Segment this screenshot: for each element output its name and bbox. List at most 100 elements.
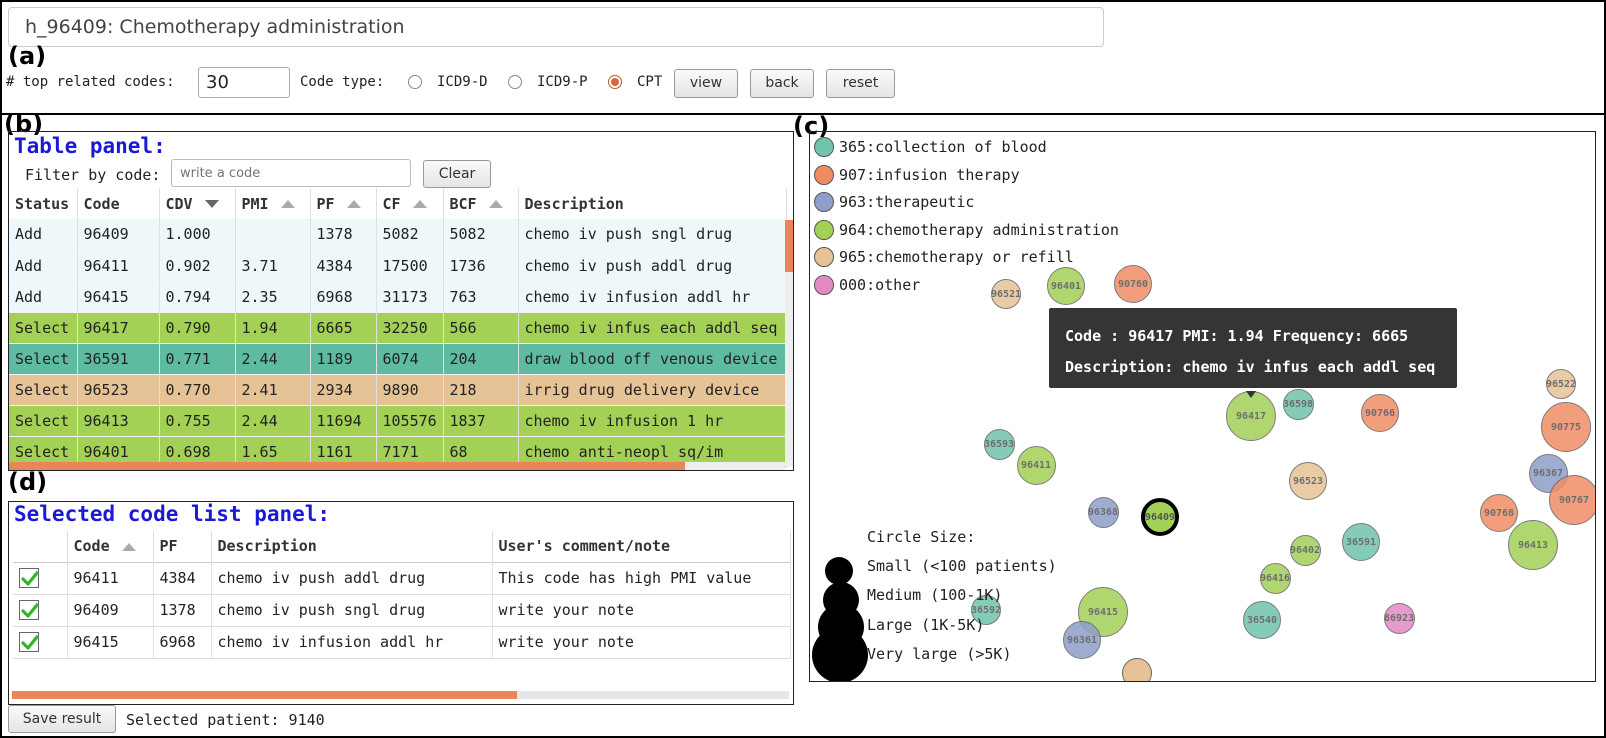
cell-status[interactable]: Add	[9, 219, 78, 250]
table-row[interactable]: Select 96417 0.790 1.94 6665 32250 566 chemo iv…	[9, 312, 787, 343]
col-cf[interactable]: CF	[376, 188, 444, 219]
code-bubble[interactable]: 36598	[1282, 388, 1314, 420]
view-button[interactable]: view	[674, 69, 738, 98]
cell-cf: 9890	[376, 374, 444, 405]
code-bubble[interactable]: 96522	[1546, 369, 1576, 399]
table-vertical-scroll-thumb[interactable]	[785, 220, 793, 272]
cell-status[interactable]: Select	[9, 343, 78, 374]
col-sel-pf[interactable]: PF	[153, 531, 212, 562]
col-status[interactable]: Status	[9, 188, 78, 219]
sort-asc-icon[interactable]	[335, 195, 361, 213]
table-row[interactable]: Select 96523 0.770 2.41 2934 9890 218 irrig dru…	[9, 374, 787, 405]
col-sel-description[interactable]: Description	[211, 531, 493, 562]
cell-status[interactable]: Select	[9, 374, 78, 405]
cell-bcf: 566	[443, 312, 519, 343]
table-row[interactable]: Select 96413 0.755 2.44 11694 105576 1837 chemo…	[9, 405, 787, 436]
cell-checkbox	[13, 562, 68, 594]
col-cdv[interactable]: CDV	[159, 188, 236, 219]
code-bubble[interactable]: 96368	[1087, 496, 1119, 528]
code-bubble-partial[interactable]	[1122, 658, 1152, 681]
bubble-visualization-panel[interactable]: 365:collection of blood 907:infusion ther…	[809, 131, 1596, 682]
sort-asc-icon[interactable]	[401, 195, 427, 213]
table-vertical-scrollbar[interactable]	[785, 220, 793, 466]
cell-status[interactable]: Select	[9, 312, 78, 343]
cell-code: 96413	[77, 405, 160, 436]
col-bcf[interactable]: BCF	[443, 188, 519, 219]
col-pf[interactable]: PF	[310, 188, 377, 219]
radio-icd9-d[interactable]	[408, 75, 422, 89]
filter-code-input[interactable]	[171, 159, 411, 187]
code-bubble[interactable]: 36593	[983, 428, 1015, 460]
legend-label: 000:other	[839, 275, 921, 294]
save-result-button[interactable]: Save result	[8, 705, 116, 733]
code-bubble[interactable]: 90760	[1114, 265, 1152, 303]
row-checkbox[interactable]	[19, 632, 39, 652]
cell-cdv: 0.902	[159, 250, 236, 281]
selected-row[interactable]: 96415 6968 chemo iv infusion addl hr write …	[13, 626, 791, 658]
selected-horizontal-scrollbar[interactable]	[12, 691, 789, 699]
tooltip-line-code: Code : 96417 PMI: 1.94 Frequency: 6665	[1065, 327, 1409, 345]
cell-note[interactable]: write your note	[492, 594, 791, 626]
code-bubble[interactable]: 96411	[1016, 445, 1056, 485]
reset-button[interactable]: reset	[826, 69, 895, 98]
sort-desc-icon[interactable]	[193, 195, 219, 213]
code-bubble[interactable]: 90767	[1549, 475, 1595, 525]
code-bubble[interactable]: 96401	[1047, 267, 1085, 305]
table-horizontal-scrollbar[interactable]	[9, 462, 785, 470]
col-pmi[interactable]: PMI	[235, 188, 311, 219]
table-row[interactable]: Add 96409 1.000 1378 5082 5082 chemo iv push s…	[9, 219, 787, 250]
col-description[interactable]: Description	[518, 188, 787, 219]
code-bubble[interactable]: 90768	[1480, 494, 1518, 532]
code-bubble[interactable]: 90766	[1361, 394, 1399, 432]
cell-cf: 105576	[376, 405, 444, 436]
col-check	[13, 531, 68, 562]
selected-row[interactable]: 96411 4384 chemo iv push addl drug This cod…	[13, 562, 791, 594]
row-checkbox[interactable]	[19, 600, 39, 620]
cell-pf: 11694	[310, 405, 377, 436]
table-row[interactable]: Add 96411 0.902 3.71 4384 17500 1736 chemo iv p…	[9, 250, 787, 281]
radio-cpt[interactable]	[608, 75, 622, 89]
code-bubble[interactable]: 96413	[1508, 520, 1558, 570]
cell-status[interactable]: Add	[9, 250, 78, 281]
selected-horizontal-scroll-thumb[interactable]	[12, 691, 517, 699]
code-bubble[interactable]: 96523	[1289, 462, 1327, 500]
top-codes-input[interactable]	[198, 67, 290, 98]
code-bubble[interactable]: 96521	[991, 279, 1021, 309]
code-bubble[interactable]: 96416	[1259, 562, 1291, 594]
sort-asc-icon[interactable]	[269, 195, 295, 213]
back-button[interactable]: back	[750, 69, 814, 98]
cell-cf: 31173	[376, 281, 444, 312]
code-bubble[interactable]: 36540	[1243, 601, 1281, 639]
table-row[interactable]: Add 96415 0.794 2.35 6968 31173 763 chemo iv in…	[9, 281, 787, 312]
code-bubble[interactable]: 36591	[1342, 523, 1380, 561]
code-bubble[interactable]: 96409	[1141, 498, 1179, 536]
cell-status[interactable]: Add	[9, 281, 78, 312]
cell-note[interactable]: This code has high PMI value	[492, 562, 791, 594]
sort-asc-icon[interactable]	[110, 537, 136, 555]
size-legend-very-large: Very large (>5K)	[867, 645, 1012, 663]
bubble-tooltip: Code : 96417 PMI: 1.94 Frequency: 6665 D…	[1049, 308, 1457, 388]
cell-status[interactable]: Select	[9, 405, 78, 436]
col-sel-code[interactable]: Code	[67, 531, 154, 562]
radio-icd9-d-label: ICD9-D	[437, 74, 488, 90]
sort-asc-icon[interactable]	[477, 195, 503, 213]
code-bubble[interactable]: 96417	[1226, 391, 1276, 441]
concept-title-field[interactable]: h_96409: Chemotherapy administration	[8, 7, 1104, 47]
col-sel-note[interactable]: User's comment/note	[492, 531, 791, 562]
table-horizontal-scroll-thumb[interactable]	[9, 462, 685, 470]
cell-description: chemo iv infus each addl seq	[518, 312, 787, 343]
size-legend-medium: Medium (100-1K)	[867, 586, 1003, 604]
cell-note[interactable]: write your note	[492, 626, 791, 658]
checkmark-icon	[21, 603, 39, 618]
col-code[interactable]: Code	[77, 188, 160, 219]
row-checkbox[interactable]	[19, 568, 39, 588]
clear-filter-button[interactable]: Clear	[423, 160, 491, 188]
table-row[interactable]: Select 36591 0.771 2.44 1189 6074 204 draw bloo…	[9, 343, 787, 374]
radio-icd9-p[interactable]	[508, 75, 522, 89]
code-bubble[interactable]: 90775	[1541, 402, 1591, 452]
selected-row[interactable]: 96409 1378 chemo iv push sngl drug write yo…	[13, 594, 791, 626]
code-bubble[interactable]: 96361	[1063, 621, 1101, 659]
cell-pmi: 1.94	[235, 312, 311, 343]
code-bubble[interactable]: 86923	[1383, 602, 1415, 634]
code-bubble[interactable]: 96402	[1289, 534, 1321, 566]
